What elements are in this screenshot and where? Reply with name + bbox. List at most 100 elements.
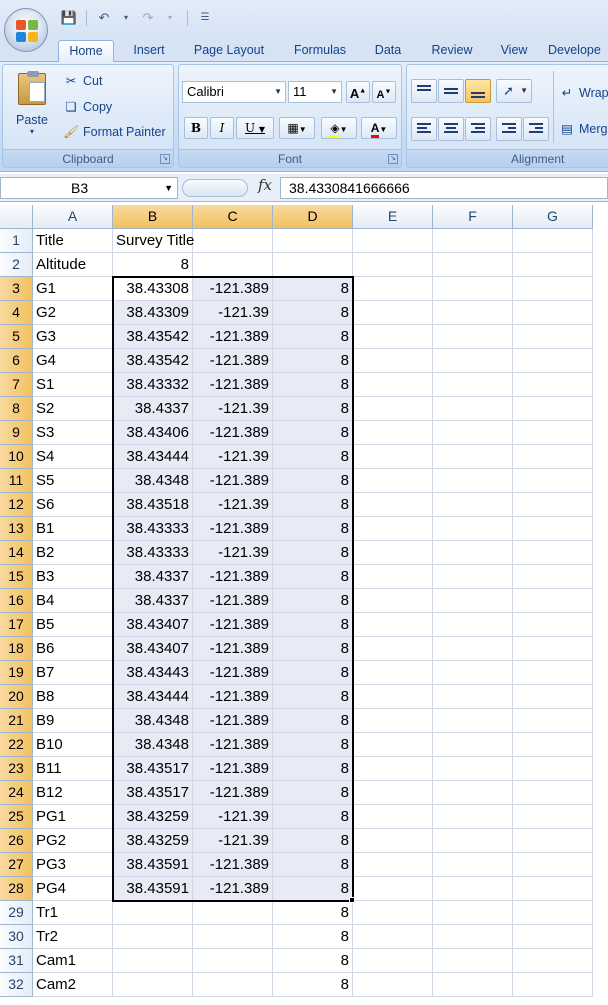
cell-d20[interactable]: 8 bbox=[273, 685, 353, 709]
cell-c14[interactable]: -121.39 bbox=[193, 541, 273, 565]
cell-c12[interactable]: -121.39 bbox=[193, 493, 273, 517]
cell-e16[interactable] bbox=[353, 589, 433, 613]
cell-g21[interactable] bbox=[513, 709, 593, 733]
cell-a5[interactable]: G3 bbox=[33, 325, 113, 349]
redo-icon[interactable]: ↷ bbox=[139, 9, 157, 27]
cell-a3[interactable]: G1 bbox=[33, 277, 113, 301]
format-painter-button[interactable]: 🖌 Format Painter bbox=[63, 125, 166, 140]
cell-c7[interactable]: -121.389 bbox=[193, 373, 273, 397]
cell-b17[interactable]: 38.43407 bbox=[113, 613, 193, 637]
cell-b20[interactable]: 38.43444 bbox=[113, 685, 193, 709]
office-button[interactable] bbox=[4, 8, 48, 52]
undo-dropdown-icon[interactable]: ▾ bbox=[117, 9, 135, 27]
cell-g16[interactable] bbox=[513, 589, 593, 613]
cell-a19[interactable]: B7 bbox=[33, 661, 113, 685]
cell-a12[interactable]: S6 bbox=[33, 493, 113, 517]
cell-f27[interactable] bbox=[433, 853, 513, 877]
orientation-button[interactable]: ➚ ▼ bbox=[496, 79, 532, 103]
cell-e30[interactable] bbox=[353, 925, 433, 949]
cell-b15[interactable]: 38.4337 bbox=[113, 565, 193, 589]
cell-c31[interactable] bbox=[193, 949, 273, 973]
cell-d12[interactable]: 8 bbox=[273, 493, 353, 517]
cell-e21[interactable] bbox=[353, 709, 433, 733]
cell-g15[interactable] bbox=[513, 565, 593, 589]
cell-e8[interactable] bbox=[353, 397, 433, 421]
cell-c23[interactable]: -121.389 bbox=[193, 757, 273, 781]
paste-button[interactable]: Paste ▾ bbox=[9, 71, 55, 143]
font-size-combo[interactable]: 11 ▼ bbox=[288, 81, 342, 103]
font-name-combo[interactable]: Calibri ▼ bbox=[182, 81, 286, 103]
cell-e25[interactable] bbox=[353, 805, 433, 829]
align-middle-button[interactable] bbox=[438, 79, 464, 103]
row-header-5[interactable]: 5 bbox=[0, 325, 33, 349]
cell-a7[interactable]: S1 bbox=[33, 373, 113, 397]
cell-b24[interactable]: 38.43517 bbox=[113, 781, 193, 805]
cell-f13[interactable] bbox=[433, 517, 513, 541]
cell-f29[interactable] bbox=[433, 901, 513, 925]
cell-g14[interactable] bbox=[513, 541, 593, 565]
cell-b1[interactable]: Survey Title bbox=[113, 229, 194, 253]
cell-f18[interactable] bbox=[433, 637, 513, 661]
select-all-corner[interactable] bbox=[0, 205, 33, 229]
align-left-button[interactable] bbox=[411, 117, 437, 141]
cell-g2[interactable] bbox=[513, 253, 593, 277]
align-right-button[interactable] bbox=[465, 117, 491, 141]
cell-e29[interactable] bbox=[353, 901, 433, 925]
wrap-text-button[interactable]: ↵ Wrap bbox=[559, 85, 608, 100]
row-header-13[interactable]: 13 bbox=[0, 517, 33, 541]
cell-a29[interactable]: Tr1 bbox=[33, 901, 113, 925]
row-header-1[interactable]: 1 bbox=[0, 229, 33, 253]
cell-g31[interactable] bbox=[513, 949, 593, 973]
cell-d1[interactable] bbox=[273, 229, 353, 253]
cell-e22[interactable] bbox=[353, 733, 433, 757]
cell-b29[interactable] bbox=[113, 901, 193, 925]
cell-e24[interactable] bbox=[353, 781, 433, 805]
cell-d6[interactable]: 8 bbox=[273, 349, 353, 373]
cell-d31[interactable]: 8 bbox=[273, 949, 353, 973]
cell-b26[interactable]: 38.43259 bbox=[113, 829, 193, 853]
cell-g28[interactable] bbox=[513, 877, 593, 901]
cell-f10[interactable] bbox=[433, 445, 513, 469]
cell-d16[interactable]: 8 bbox=[273, 589, 353, 613]
cell-c10[interactable]: -121.39 bbox=[193, 445, 273, 469]
cell-d10[interactable]: 8 bbox=[273, 445, 353, 469]
cell-c29[interactable] bbox=[193, 901, 273, 925]
cell-g12[interactable] bbox=[513, 493, 593, 517]
row-header-6[interactable]: 6 bbox=[0, 349, 33, 373]
spreadsheet-grid[interactable]: A B C D E F G 1 Title Survey Title 2 Altitude 8 3 G1 38… bbox=[0, 205, 608, 1005]
cell-f15[interactable] bbox=[433, 565, 513, 589]
cell-b12[interactable]: 38.43518 bbox=[113, 493, 193, 517]
cell-c32[interactable] bbox=[193, 973, 273, 997]
cell-e31[interactable] bbox=[353, 949, 433, 973]
formula-bar-resize-handle[interactable] bbox=[182, 179, 248, 197]
cell-d23[interactable]: 8 bbox=[273, 757, 353, 781]
cell-e23[interactable] bbox=[353, 757, 433, 781]
cell-a25[interactable]: PG1 bbox=[33, 805, 113, 829]
tab-home[interactable]: Home bbox=[58, 40, 114, 62]
row-header-25[interactable]: 25 bbox=[0, 805, 33, 829]
column-header-e[interactable]: E bbox=[353, 205, 433, 229]
row-header-22[interactable]: 22 bbox=[0, 733, 33, 757]
cell-a30[interactable]: Tr2 bbox=[33, 925, 113, 949]
row-header-3[interactable]: 3 bbox=[0, 277, 33, 301]
cell-e15[interactable] bbox=[353, 565, 433, 589]
cell-d24[interactable]: 8 bbox=[273, 781, 353, 805]
cell-e27[interactable] bbox=[353, 853, 433, 877]
cell-d22[interactable]: 8 bbox=[273, 733, 353, 757]
cell-f20[interactable] bbox=[433, 685, 513, 709]
cell-e1[interactable] bbox=[353, 229, 433, 253]
bold-button[interactable]: B bbox=[184, 117, 208, 139]
cell-d19[interactable]: 8 bbox=[273, 661, 353, 685]
cell-e17[interactable] bbox=[353, 613, 433, 637]
cell-d4[interactable]: 8 bbox=[273, 301, 353, 325]
row-header-7[interactable]: 7 bbox=[0, 373, 33, 397]
cell-f14[interactable] bbox=[433, 541, 513, 565]
cell-b11[interactable]: 38.4348 bbox=[113, 469, 193, 493]
cell-d7[interactable]: 8 bbox=[273, 373, 353, 397]
row-header-9[interactable]: 9 bbox=[0, 421, 33, 445]
cell-c25[interactable]: -121.39 bbox=[193, 805, 273, 829]
increase-indent-button[interactable] bbox=[523, 117, 549, 141]
row-header-4[interactable]: 4 bbox=[0, 301, 33, 325]
cell-c22[interactable]: -121.389 bbox=[193, 733, 273, 757]
cell-f28[interactable] bbox=[433, 877, 513, 901]
